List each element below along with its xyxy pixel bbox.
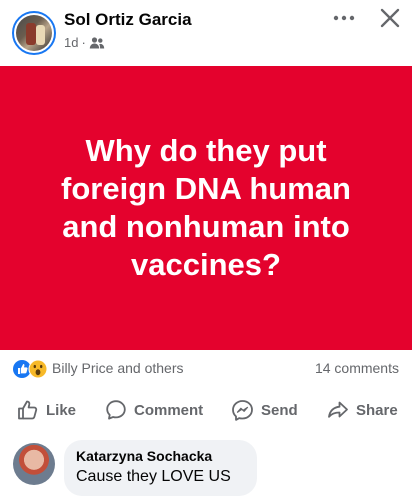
author-avatar[interactable] (12, 11, 56, 55)
commenter-name[interactable]: Katarzyna Sochacka (76, 448, 245, 464)
comment-label: Comment (134, 401, 204, 419)
close-icon[interactable] (378, 6, 402, 30)
comment-count[interactable]: 14 comments (315, 360, 399, 376)
comment-button[interactable]: Comment (105, 394, 203, 426)
post-time[interactable]: 1d (64, 35, 78, 50)
like-icon (13, 360, 31, 378)
share-icon (328, 401, 348, 418)
comment-bubble[interactable]: Katarzyna Sochacka Cause they LOVE US (64, 440, 257, 496)
thumbs-up-icon (18, 400, 38, 420)
reactions-bar: Billy Price and others 14 comments (0, 357, 412, 381)
messenger-icon (232, 399, 253, 421)
share-button[interactable]: Share (327, 394, 398, 426)
banner-text: Why do they put foreign DNA human and no… (61, 133, 351, 282)
comment-item: Katarzyna Sochacka Cause they LOVE US (0, 438, 412, 500)
friends-icon (89, 36, 105, 48)
post-meta: 1d · (64, 35, 105, 50)
meta-separator: · (81, 35, 86, 50)
like-button[interactable]: Like (17, 394, 76, 426)
reaction-names[interactable]: Billy Price and others (52, 360, 184, 376)
reaction-icons[interactable] (12, 359, 50, 379)
author-avatar-image (16, 15, 52, 51)
action-bar: Like Comment Send Share (0, 394, 412, 426)
comment-icon (106, 400, 126, 420)
author-name[interactable]: Sol Ortiz Garcia (64, 10, 192, 30)
send-label: Send (261, 401, 298, 419)
like-label: Like (46, 401, 77, 419)
post-header: Sol Ortiz Garcia 1d · (0, 0, 412, 66)
post-banner[interactable]: Why do they put foreign DNA human and no… (0, 66, 412, 350)
share-label: Share (356, 401, 398, 419)
send-button[interactable]: Send (231, 394, 298, 426)
wow-icon (28, 359, 48, 379)
comment-text: Cause they LOVE US (76, 468, 231, 485)
more-options-icon[interactable] (330, 8, 358, 28)
commenter-avatar[interactable] (13, 443, 55, 485)
